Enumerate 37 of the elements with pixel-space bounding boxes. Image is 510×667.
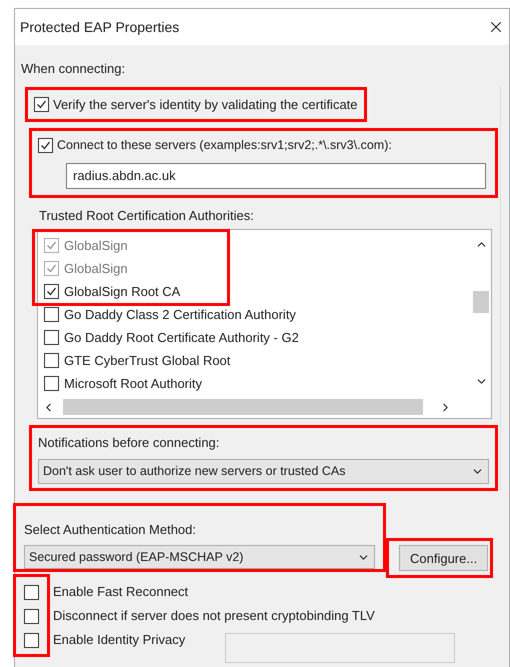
certificate-item[interactable]: Go Daddy Root Certificate Authority - G2 [42,326,471,350]
dropdown-label: Notifications before connecting: [38,435,220,450]
checkbox[interactable] [38,138,53,153]
checkbox[interactable] [44,376,59,392]
checkbox[interactable] [34,96,49,112]
checkbox[interactable] [24,585,39,600]
checkbox[interactable] [44,284,59,300]
configure-button[interactable]: Configure... [399,545,488,572]
checkbox-label: Connect to these servers (examples:srv1;srv2;.*\.srv3\.com): [57,137,392,154]
dropdown-label: Select Authentication Method: [24,522,196,537]
check-icon [36,98,47,110]
checkbox[interactable] [44,307,59,322]
scroll-thumb[interactable] [63,399,423,416]
server-field[interactable]: radius.abdn.ac.uk [66,162,486,189]
checkbox-label: Enable Fast Reconnect [53,582,188,600]
checkbox-label: Enable Identity Privacy [53,630,186,649]
checkbox[interactable] [44,330,59,346]
checkbox[interactable] [24,609,39,624]
check-icon [46,286,57,298]
checkbox[interactable] [44,353,59,368]
identity-field[interactable] [225,633,456,664]
checkbox[interactable] [24,633,39,648]
section-label: When connecting: [21,61,126,76]
list-label: Trusted Root Certification Authorities: [39,208,254,223]
authentication-dropdown[interactable]: Secured password (EAP-MSCHAP v2) [24,545,375,570]
check-icon [40,140,51,151]
check-icon [46,240,57,252]
certificate-item[interactable]: Microsoft Root Authority [42,372,471,396]
scroll-thumb[interactable] [473,291,489,314]
checkbox-label: Disconnect if server does not present cryptobinding TLV [53,606,375,625]
certificate-item[interactable]: Go Daddy Class 2 Certification Authority [42,303,471,326]
checkbox-label: Verify the server's identity by validating the certificate [53,96,358,114]
certificate-item[interactable]: GlobalSign Root CA [42,280,471,304]
notifications-dropdown[interactable]: Don't ask user to authorize new servers or trusted CAs [38,458,489,484]
window-title: Protected EAP Properties [20,18,180,37]
certificate-item[interactable]: GTE CyberTrust Global Root [42,349,471,372]
check-icon [46,263,57,274]
